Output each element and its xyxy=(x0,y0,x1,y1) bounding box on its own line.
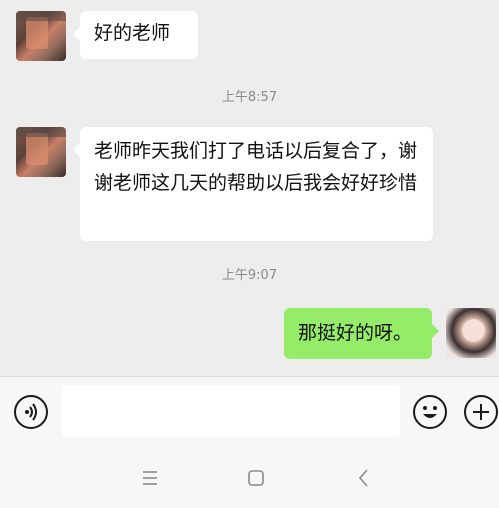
user-avatar[interactable] xyxy=(446,308,496,358)
incoming-message[interactable]: 好的老师 xyxy=(73,11,198,59)
timestamp: 上午9:07 xyxy=(221,268,278,283)
back-button[interactable] xyxy=(344,460,384,496)
menu-icon xyxy=(143,471,157,485)
voice-button[interactable] xyxy=(14,395,48,429)
voice-icon xyxy=(25,403,37,421)
emoji-button[interactable] xyxy=(413,395,447,429)
home-icon xyxy=(248,470,264,486)
plus-icon xyxy=(473,404,489,420)
incoming-message[interactable]: 老师昨天我们打了电话以后复合了，谢谢老师这几天的帮助以后我会好好珍惜 xyxy=(73,127,433,241)
message-input[interactable] xyxy=(62,385,400,437)
contact-avatar[interactable] xyxy=(16,11,66,61)
message-text: 那挺好的呀。 xyxy=(298,322,413,344)
back-icon xyxy=(358,469,368,487)
message-text: 老师昨天我们打了电话以后复合了，谢谢老师这几天的帮助以后我会好好珍惜 xyxy=(94,140,418,194)
message-text: 好的老师 xyxy=(94,22,171,44)
input-bar xyxy=(0,376,499,448)
menu-button[interactable] xyxy=(130,460,170,496)
timestamp: 上午8:57 xyxy=(221,90,278,105)
home-button[interactable] xyxy=(236,460,276,496)
outgoing-message[interactable]: 那挺好的呀。 xyxy=(284,308,439,359)
contact-avatar[interactable] xyxy=(16,127,66,177)
emoji-icon xyxy=(423,406,437,418)
system-nav-bar xyxy=(0,448,499,508)
chat-area: 好的老师 上午8:57 老师昨天我们打了电话以后复合了，谢谢老师这几天的帮助以后… xyxy=(0,0,499,376)
more-button[interactable] xyxy=(464,395,498,429)
